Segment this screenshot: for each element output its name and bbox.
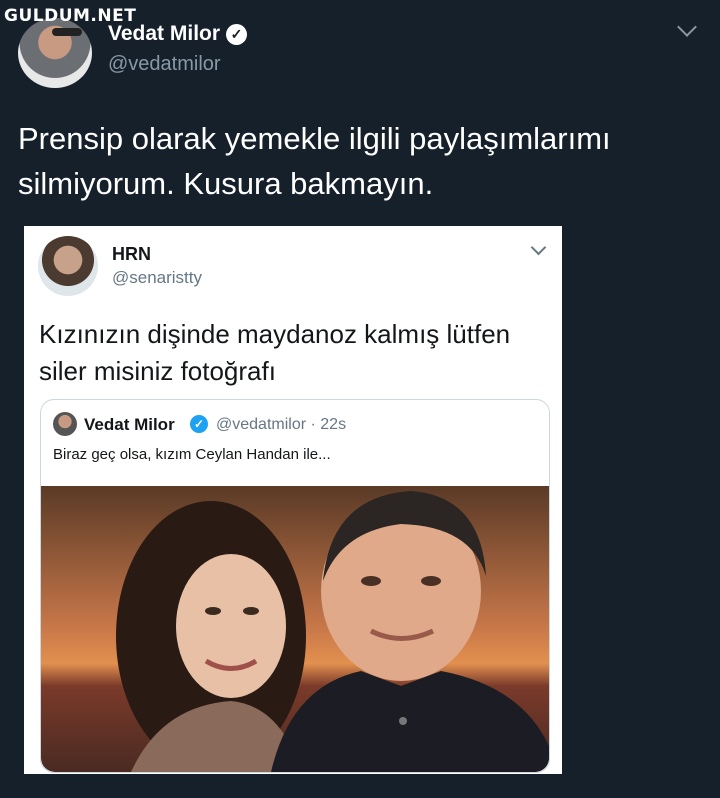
site-watermark: GULDUM.NET (4, 6, 137, 26)
verified-badge-icon: ✓ (226, 23, 248, 45)
woman-face (176, 554, 286, 698)
hrn-tweet-text: Kızınızın dişinde maydanoz kalmış lütfen… (39, 319, 511, 386)
hrn-display-name: HRN (112, 244, 151, 264)
chevron-down-icon[interactable] (677, 17, 697, 37)
quoted-tweet-text: Biraz geç olsa, kızım Ceylan Handan ile.… (53, 446, 331, 463)
photo-illustration (41, 486, 549, 772)
author-handle[interactable]: @vedatmilor (108, 53, 221, 76)
quoted-display-name: Vedat Milor (84, 415, 175, 434)
quoted-meta: @vedatmilor · 22s (216, 416, 347, 433)
quoted-avatar (53, 412, 77, 436)
hrn-handle: @senaristty (112, 268, 203, 287)
hrn-avatar (38, 236, 98, 296)
verified-badge-icon: ✓ (190, 415, 208, 433)
chevron-down-icon (530, 239, 547, 256)
quoted-photo (41, 486, 549, 772)
tweet-text: Prensip olarak yemekle ilgili paylaşımla… (18, 121, 611, 201)
embedded-tweet-screenshot[interactable]: HRN @senaristty Kızınızın dişinde maydan… (24, 226, 562, 774)
author-avatar[interactable] (18, 18, 92, 88)
glasses-shape (52, 28, 82, 36)
quoted-tweet: Vedat Milor ✓ @vedatmilor · 22s Biraz ge… (40, 399, 550, 773)
